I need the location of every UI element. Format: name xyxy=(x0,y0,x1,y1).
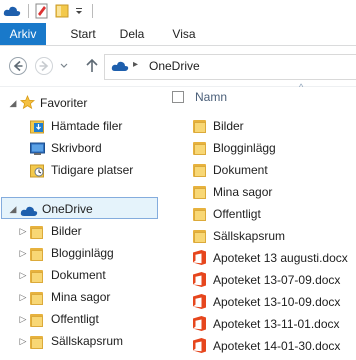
file-row-document[interactable]: Apoteket 13 augusti.docx xyxy=(161,247,356,269)
nav-onedrive-folder[interactable]: ▷ Sällskapsrum xyxy=(0,330,160,352)
collapse-arrow-icon[interactable]: ◢ xyxy=(8,92,18,114)
recent-places-icon xyxy=(30,163,45,185)
separator-icon xyxy=(24,3,32,19)
file-row-folder[interactable]: Blogginlägg xyxy=(161,137,356,159)
collapse-arrow-icon[interactable]: ◢ xyxy=(8,198,18,220)
nav-onedrive-label: OneDrive xyxy=(42,202,93,216)
breadcrumb-chevron-icon[interactable]: ▸ xyxy=(133,59,138,70)
file-name: Apoteket 13 augusti.docx xyxy=(213,251,348,265)
file-name: Mina sagor xyxy=(213,185,273,199)
nav-folder-label: Bilder xyxy=(51,224,82,238)
file-name: Apoteket 13-07-09.docx xyxy=(213,273,341,287)
file-row-folder[interactable]: Mina sagor xyxy=(161,181,356,203)
nav-onedrive[interactable]: ◢ OneDrive xyxy=(1,197,158,219)
breadcrumb-onedrive[interactable]: OneDrive xyxy=(149,59,200,73)
nav-folder-label: Blogginlägg xyxy=(51,246,114,260)
nav-folder-label: Mina sagor xyxy=(51,290,111,304)
nav-desktop-label: Skrivbord xyxy=(51,141,102,155)
file-row-folder[interactable]: Bilder xyxy=(161,115,356,137)
tab-dela[interactable]: Dela xyxy=(112,23,152,45)
file-row-document[interactable]: Apoteket 14-01-30.docx xyxy=(161,335,356,357)
expand-arrow-icon[interactable]: ▷ xyxy=(18,286,28,308)
nav-folder-label: Sällskapsrum xyxy=(51,334,124,348)
nav-recent-places[interactable]: Tidigare platser xyxy=(0,159,160,181)
file-name: Blogginlägg xyxy=(213,141,276,155)
address-path-box[interactable]: ▸ OneDrive xyxy=(104,54,356,80)
file-row-folder[interactable]: Sällskapsrum xyxy=(161,225,356,247)
office-doc-icon xyxy=(193,338,206,360)
file-row-folder[interactable]: Offentligt xyxy=(161,203,356,225)
nav-favorites[interactable]: ◢ Favoriter xyxy=(0,92,160,114)
nav-favorites-label: Favoriter xyxy=(40,96,88,110)
nav-onedrive-folder[interactable]: ▷ Mina sagor xyxy=(0,286,160,308)
tab-visa[interactable]: Visa xyxy=(164,23,204,45)
navigation-pane: ◢ Favoriter Hämtade filer Skrivbord Tidi… xyxy=(0,87,160,349)
file-name: Bilder xyxy=(213,119,244,133)
expand-arrow-icon[interactable]: ▷ xyxy=(18,330,28,352)
column-header-name[interactable]: Namn xyxy=(195,90,227,104)
file-name: Apoteket 14-01-30.docx xyxy=(213,339,341,353)
star-icon xyxy=(19,94,36,117)
nav-downloads-label: Hämtade filer xyxy=(51,119,123,133)
ribbon-tabs: Arkiv Start Dela Visa xyxy=(0,23,356,46)
file-name: Apoteket 13-11-01.docx xyxy=(213,317,340,331)
nav-folder-label: Offentligt xyxy=(51,312,99,326)
file-row-document[interactable]: Apoteket 13-11-01.docx xyxy=(161,313,356,335)
nav-downloads[interactable]: Hämtade filer xyxy=(0,115,160,137)
expand-arrow-icon[interactable]: ▷ xyxy=(18,242,28,264)
select-all-checkbox[interactable] xyxy=(172,91,184,103)
new-folder-icon[interactable] xyxy=(54,3,70,19)
onedrive-cloud-icon xyxy=(2,3,22,19)
column-header-row: Namn ^ xyxy=(161,82,356,109)
address-bar-area: ▸ OneDrive xyxy=(0,46,356,87)
nav-onedrive-folder[interactable]: ▷ Offentligt xyxy=(0,308,160,330)
file-name: Apoteket 13-10-09.docx xyxy=(213,295,341,309)
nav-recent-places-label: Tidigare platser xyxy=(51,163,134,177)
nav-onedrive-folder[interactable]: ▷ Bilder xyxy=(0,220,160,242)
nav-onedrive-folder[interactable]: ▷ Blogginlägg xyxy=(0,242,160,264)
forward-button[interactable] xyxy=(34,56,54,76)
nav-desktop[interactable]: Skrivbord xyxy=(0,137,160,159)
title-bar xyxy=(0,0,356,23)
recent-locations-chevron-icon[interactable] xyxy=(58,56,70,76)
expand-arrow-icon[interactable]: ▷ xyxy=(18,308,28,330)
file-row-document[interactable]: Apoteket 13-07-09.docx xyxy=(161,269,356,291)
sort-ascending-icon: ^ xyxy=(299,82,304,92)
properties-icon[interactable] xyxy=(34,3,50,19)
file-list: Namn ^ Bilder Blogginlägg Dokument Mina … xyxy=(161,82,356,353)
back-button[interactable] xyxy=(8,56,28,76)
customize-toolbar-chevron-icon[interactable] xyxy=(72,3,86,19)
file-row-document[interactable]: Apoteket 13-10-09.docx xyxy=(161,291,356,313)
separator-icon xyxy=(88,3,96,19)
file-name: Offentligt xyxy=(213,207,261,221)
expand-arrow-icon[interactable]: ▷ xyxy=(18,264,28,286)
nav-folder-label: Dokument xyxy=(51,268,106,282)
file-name: Dokument xyxy=(213,163,268,177)
up-button[interactable] xyxy=(84,56,100,76)
file-row-folder[interactable]: Dokument xyxy=(161,159,356,181)
tab-arkiv[interactable]: Arkiv xyxy=(0,23,46,45)
nav-onedrive-folder[interactable]: ▷ Dokument xyxy=(0,264,160,286)
onedrive-cloud-icon xyxy=(111,60,129,75)
folder-icon xyxy=(30,334,44,356)
file-name: Sällskapsrum xyxy=(213,229,286,243)
tab-start[interactable]: Start xyxy=(58,23,108,45)
expand-arrow-icon[interactable]: ▷ xyxy=(18,220,28,242)
